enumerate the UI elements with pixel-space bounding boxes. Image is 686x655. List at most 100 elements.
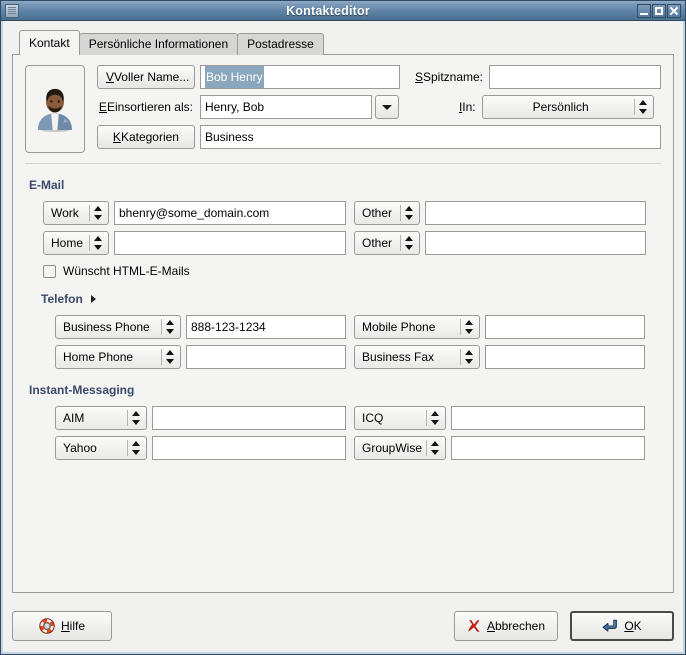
email-value-3-input[interactable] [114, 231, 346, 255]
im-type-1-option-menu[interactable]: AIM [55, 406, 147, 430]
phone-value-1-input[interactable]: 888-123-1234 [186, 315, 346, 339]
tab-notebook: Kontakt Persönliche Informationen Postad… [12, 30, 674, 593]
phone-type-2-option-menu[interactable]: Mobile Phone [354, 315, 480, 339]
phone-type-4-option-menu[interactable]: Business Fax [354, 345, 480, 369]
updown-arrows-icon[interactable] [166, 319, 175, 335]
contact-header: VVoller Name... Bob Henry SSpitzname: EE… [25, 65, 661, 153]
updown-arrows-icon[interactable] [465, 349, 474, 365]
contact-fields: VVoller Name... Bob Henry SSpitzname: EE… [96, 65, 661, 149]
file-as-row: EEinsortieren als: Henry, Bob IIn: Persö… [97, 95, 661, 119]
updown-arrows-icon[interactable] [132, 410, 141, 426]
cancel-button-label: Abbrechen [486, 619, 545, 633]
tab-postadresse[interactable]: Postadresse [237, 33, 324, 55]
maximize-icon[interactable] [652, 3, 666, 18]
email-type-3-option-menu[interactable]: Home [43, 231, 109, 255]
updown-arrows-icon[interactable] [405, 235, 414, 251]
in-option-menu[interactable]: Persönlich [481, 95, 654, 119]
categories-input[interactable]: Business [199, 125, 661, 149]
updown-arrows-icon[interactable] [94, 235, 103, 251]
im-type-4-option-menu[interactable]: GroupWise [354, 436, 446, 460]
dialog-client-area: Kontakt Persönliche Informationen Postad… [1, 21, 685, 654]
updown-arrows-icon[interactable] [465, 319, 474, 335]
ok-button[interactable]: OK [570, 611, 674, 641]
tab-kontakt[interactable]: Kontakt [19, 30, 80, 55]
tab-kontakt-label: Kontakt [29, 36, 70, 50]
file-as-input[interactable]: Henry, Bob [199, 95, 372, 119]
phone-value-3-input[interactable] [186, 345, 346, 369]
email-type-1-option-menu[interactable]: Work [43, 201, 109, 225]
full-name-value: Bob Henry [204, 66, 264, 88]
categories-button-label: Kategorien [120, 130, 179, 144]
contact-editor-icon [5, 3, 19, 18]
nickname-input[interactable] [489, 65, 661, 89]
email-value-1: bhenry@some_domain.com [119, 206, 270, 220]
phone-row-1: Business Phone 888-123-1234 Mobile Phone [25, 315, 661, 339]
file-as-value: Henry, Bob [204, 100, 265, 114]
phone-type-1-option-menu[interactable]: Business Phone [55, 315, 181, 339]
wants-html-mail-checkbox[interactable] [43, 264, 56, 278]
updown-arrows-icon[interactable] [431, 410, 440, 426]
file-as-label: EEinsortieren als: [98, 100, 193, 114]
tab-persoenliche-informationen[interactable]: Persönliche Informationen [78, 33, 239, 55]
option-menu-separator [161, 349, 162, 365]
option-menu-separator [633, 99, 635, 115]
tab-postadresse-label: Postadresse [247, 37, 314, 51]
phone-value-4-input[interactable] [485, 345, 645, 369]
full-name-button[interactable]: VVoller Name... [96, 65, 195, 89]
updown-arrows-icon[interactable] [431, 440, 440, 456]
chevron-down-icon[interactable] [374, 95, 399, 119]
updown-arrows-icon[interactable] [132, 440, 141, 456]
tab-strip: Kontakt Persönliche Informationen Postad… [12, 30, 674, 55]
updown-arrows-icon[interactable] [94, 205, 103, 221]
email-type-1-value: Work [51, 206, 79, 220]
email-row-1: Work bhenry@some_domain.com Other [25, 201, 661, 225]
in-label-text: In: [462, 100, 476, 114]
categories-button[interactable]: KKategorien [96, 125, 195, 149]
im-value-4-input[interactable] [451, 436, 645, 460]
minimize-icon[interactable] [637, 3, 651, 18]
option-menu-separator [400, 205, 401, 221]
close-icon[interactable] [667, 3, 681, 18]
tab-persoenliche-informationen-label: Persönliche Informationen [88, 37, 229, 51]
option-menu-separator [426, 410, 427, 426]
email-type-4-value: Other [362, 236, 393, 250]
phone-type-3-option-menu[interactable]: Home Phone [55, 345, 181, 369]
categories-row: KKategorien Business [96, 125, 661, 149]
window-controls [637, 3, 681, 18]
im-value-1-input[interactable] [152, 406, 346, 430]
email-value-1-input[interactable]: bhenry@some_domain.com [114, 201, 346, 225]
updown-arrows-icon[interactable] [166, 349, 175, 365]
im-type-3-option-menu[interactable]: Yahoo [55, 436, 147, 460]
im-value-3-input[interactable] [152, 436, 346, 460]
email-type-2-option-menu[interactable]: Other [354, 201, 420, 225]
file-as-combo[interactable]: Henry, Bob [199, 95, 399, 119]
phone-type-3-value: Home Phone [63, 350, 134, 364]
email-value-2-input[interactable] [425, 201, 646, 225]
email-type-4-option-menu[interactable]: Other [354, 231, 420, 255]
im-value-2-input[interactable] [451, 406, 645, 430]
phone-type-2-value: Mobile Phone [362, 320, 436, 334]
phone-value-1: 888-123-1234 [191, 320, 266, 334]
expander-arrow-icon[interactable] [90, 295, 96, 303]
dialog-action-bar: Hilfe Abbrechen OK [12, 610, 674, 642]
help-button[interactable]: Hilfe [12, 611, 112, 641]
option-menu-separator [426, 440, 427, 456]
option-menu-separator [127, 410, 128, 426]
im-type-2-option-menu[interactable]: ICQ [354, 406, 446, 430]
full-name-input[interactable]: Bob Henry [199, 65, 400, 89]
im-type-1-value: AIM [63, 411, 85, 425]
phone-section-title-text: Telefon [41, 292, 83, 306]
email-type-2-value: Other [362, 206, 393, 220]
in-value: Persönlich [532, 100, 589, 114]
window-title: Kontakteditor [286, 3, 370, 18]
cancel-button[interactable]: Abbrechen [453, 611, 558, 641]
updown-arrows-icon[interactable] [405, 205, 414, 221]
im-section-title-text: Instant-Messaging [29, 383, 135, 397]
updown-arrows-icon[interactable] [638, 99, 648, 115]
im-type-2-value: ICQ [362, 411, 384, 425]
email-value-4-input[interactable] [425, 231, 646, 255]
phone-value-2-input[interactable] [485, 315, 645, 339]
contact-photo-icon [37, 88, 72, 133]
help-button-label: Hilfe [60, 619, 85, 633]
avatar[interactable] [25, 65, 85, 153]
